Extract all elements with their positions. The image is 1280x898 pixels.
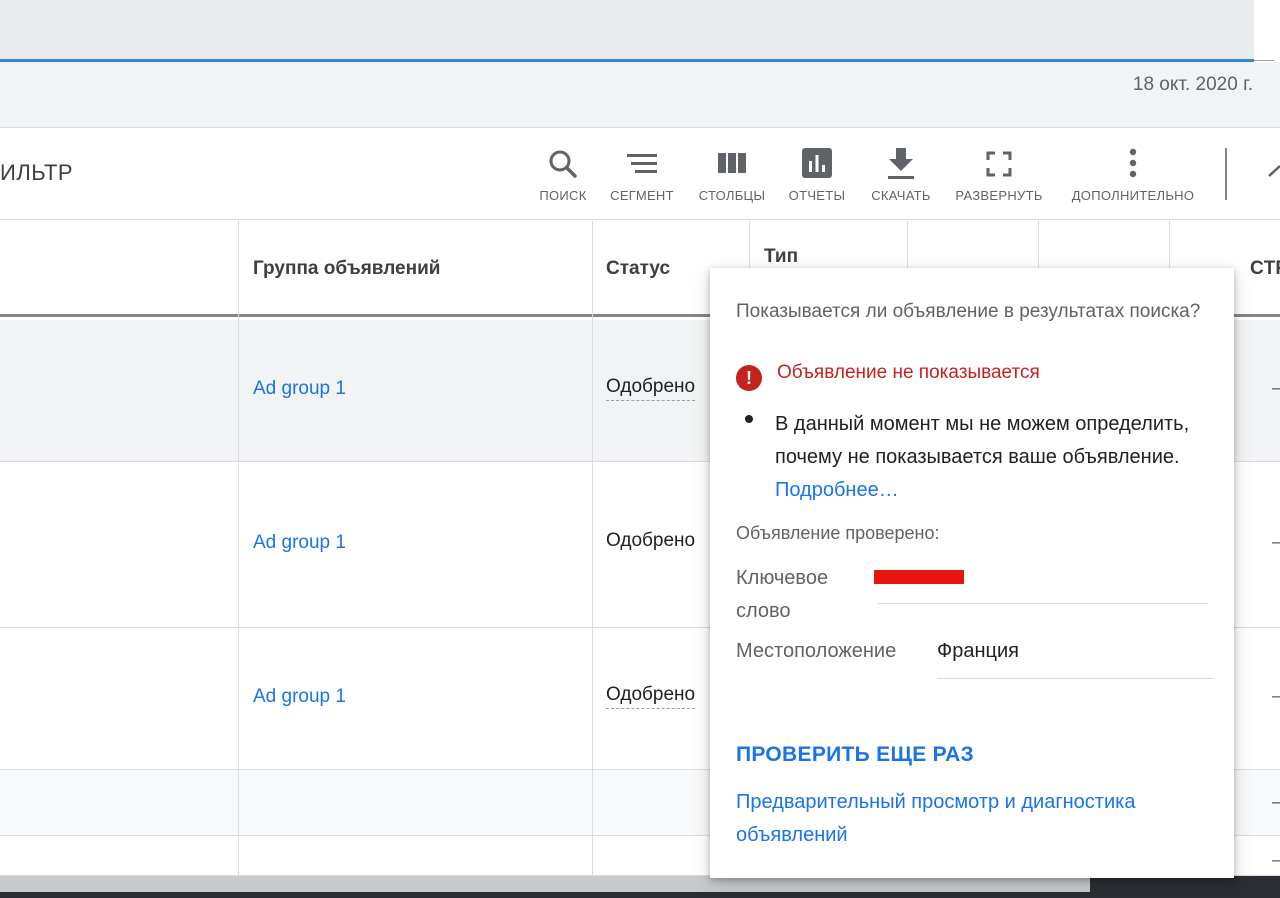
checked-heading: Объявление проверено: xyxy=(736,523,940,543)
columns-icon xyxy=(718,153,746,173)
location-label: Местоположение xyxy=(736,640,897,662)
column-divider xyxy=(749,221,750,268)
expand-tool[interactable]: РАЗВЕРНУТЬ xyxy=(954,146,1044,203)
reports-tool-label: ОТЧЕТЫ xyxy=(788,188,846,203)
search-tool-label: ПОИСК xyxy=(539,188,587,203)
ctr-cell: – xyxy=(1272,686,1280,708)
popover-message-text: В данный момент мы не можем определить, … xyxy=(775,413,1190,468)
ad-group-link[interactable]: Ad group 1 xyxy=(253,378,346,400)
more-tool-label: ДОПОЛНИТЕЛЬНО xyxy=(1071,188,1195,203)
ctr-cell: – xyxy=(1272,850,1280,872)
download-icon xyxy=(888,148,914,179)
column-divider xyxy=(592,221,593,876)
popover-question: Показывается ли объявление в результатах… xyxy=(736,301,1201,322)
status-cell[interactable]: Одобрено xyxy=(606,530,695,555)
learn-more-link[interactable]: Подробнее… xyxy=(775,479,899,501)
ctr-cell: – xyxy=(1272,792,1280,814)
error-icon: ! xyxy=(736,365,762,391)
popover-message: В данный момент мы не можем определить, … xyxy=(775,408,1195,507)
reports-icon xyxy=(802,148,832,178)
more-vert-icon xyxy=(1129,148,1137,178)
recheck-button[interactable]: ПРОВЕРИТЬ ЕЩЕ РАЗ xyxy=(736,743,974,767)
ad-group-link[interactable]: Ad group 1 xyxy=(253,532,346,554)
reports-tool[interactable]: ОТЧЕТЫ xyxy=(787,146,847,203)
ad-status-popover: Показывается ли объявление в результатах… xyxy=(710,268,1234,878)
segment-tool[interactable]: СЕГМЕНТ xyxy=(608,146,676,203)
expand-tool-label: РАЗВЕРНУТЬ xyxy=(955,188,1043,203)
download-tool-label: СКАЧАТЬ xyxy=(871,188,931,203)
more-tool[interactable]: ДОПОЛНИТЕЛЬНО xyxy=(1071,146,1195,203)
location-field[interactable]: Франция xyxy=(937,640,1019,663)
ctr-cell: – xyxy=(1272,532,1280,554)
column-header-type[interactable]: Тип xyxy=(764,246,798,268)
keyword-label: Ключевое слово xyxy=(736,567,829,622)
columns-tool[interactable]: СТОЛБЦЫ xyxy=(696,146,768,203)
top-band xyxy=(0,0,1254,60)
bullet-dot xyxy=(745,415,753,423)
filter-button[interactable]: ИЛЬТР xyxy=(0,160,73,186)
column-header-ctr[interactable]: CTR xyxy=(1250,258,1280,280)
search-tool[interactable]: ПОИСК xyxy=(536,146,590,203)
popover-status: Объявление не показывается xyxy=(777,362,1040,383)
ad-group-link[interactable]: Ad group 1 xyxy=(253,686,346,708)
expand-icon xyxy=(986,151,1012,177)
status-cell[interactable]: Одобрено xyxy=(606,684,696,709)
segment-tool-label: СЕГМЕНТ xyxy=(610,188,674,203)
chevron-up-icon[interactable] xyxy=(1268,160,1280,182)
scrollbar-thumb[interactable] xyxy=(0,876,1090,892)
preview-diagnostics-link[interactable]: Предварительный просмотр и диагностика о… xyxy=(736,786,1206,852)
column-header-ad-group[interactable]: Группа объявлений xyxy=(253,258,440,280)
top-band-right xyxy=(1254,0,1280,60)
ctr-cell: – xyxy=(1272,378,1280,400)
search-icon xyxy=(549,150,577,178)
progress-line-tail xyxy=(1254,60,1274,61)
keyword-field-underline xyxy=(878,603,1208,604)
status-cell[interactable]: Одобрено xyxy=(606,376,696,401)
column-divider xyxy=(238,221,239,876)
column-divider xyxy=(1038,221,1039,268)
toolbar-divider xyxy=(1225,148,1227,200)
columns-tool-label: СТОЛБЦЫ xyxy=(698,188,766,203)
keyword-value-redacted[interactable] xyxy=(874,570,964,584)
column-divider xyxy=(907,221,908,268)
segment-icon xyxy=(627,154,657,173)
date-strip xyxy=(0,62,1280,128)
column-header-status[interactable]: Статус xyxy=(606,258,670,280)
download-tool[interactable]: СКАЧАТЬ xyxy=(866,146,936,203)
column-divider xyxy=(1169,221,1170,268)
location-field-underline xyxy=(937,678,1214,679)
date-range[interactable]: 18 окт. 2020 г. xyxy=(1133,74,1253,96)
